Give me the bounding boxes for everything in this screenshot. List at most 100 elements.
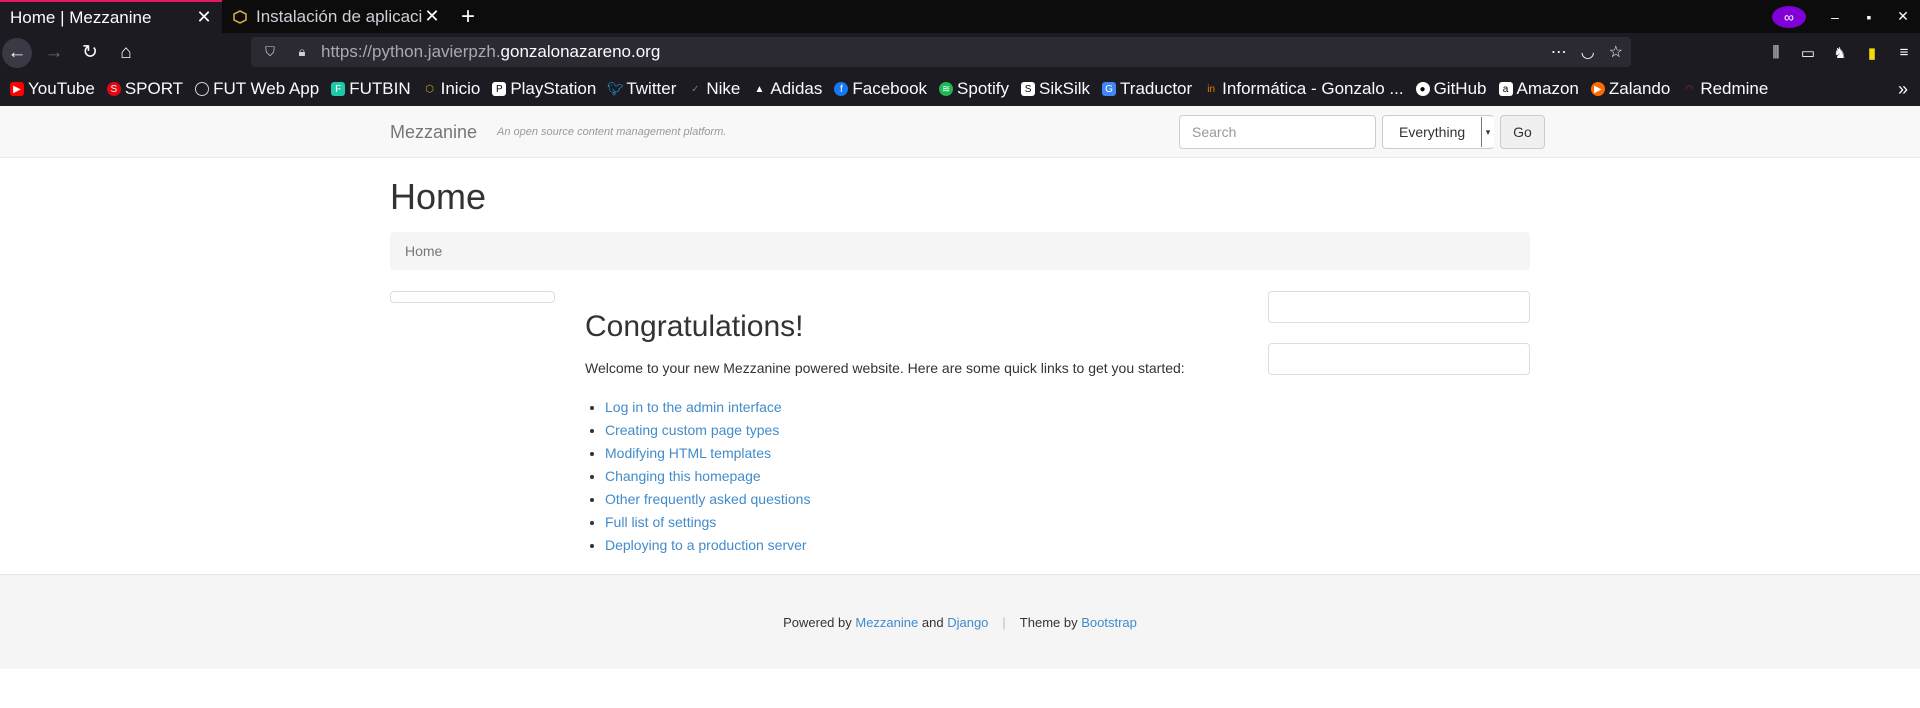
left-sidebar-panel [390,291,555,303]
forward-arrow-icon[interactable]: → [36,37,72,69]
list-item: Deploying to a production server [605,534,1225,557]
page-title: Home [390,176,487,217]
lock-icon[interactable]: 🔒︎ [291,44,313,60]
bookmark-twitter[interactable]: 🐦︎ Twitter [607,79,676,99]
twitter-icon: 🐦︎ [607,81,624,96]
bookmark-facebook[interactable]: f Facebook [834,79,927,99]
list-item: Modifying HTML templates [605,442,1225,465]
window-close-icon[interactable]: ✕ [1886,8,1920,25]
window-controls: ∞ – ▪ ✕ [1772,0,1920,33]
sidebar-icon[interactable]: ▭ [1792,44,1824,62]
bookmark-informatica[interactable]: in Informática - Gonzalo ... [1204,79,1403,99]
bookmark-futbin[interactable]: F FUTBIN [331,79,411,99]
footer-powered-by: Powered by [783,614,852,630]
translate-icon: G [1102,82,1117,96]
site-tagline: An open source content management platfo… [497,126,727,138]
tracking-shield-icon[interactable]: ⛉ [259,44,281,60]
search-input[interactable] [1179,115,1376,149]
private-browsing-icon: ∞ [1772,5,1806,28]
bookmark-youtube[interactable]: ▶ YouTube [10,79,95,99]
footer-link-django[interactable]: Django [947,615,988,630]
bookmark-zalando[interactable]: ▶ Zalando [1590,79,1670,99]
list-item: Full list of settings [605,511,1225,534]
globe-icon [195,82,210,96]
redmine-icon: ◠ [1684,83,1694,95]
breadcrumb-item-home: Home [405,243,443,259]
adidas-icon: ▲ [754,83,765,95]
bookmark-star-icon[interactable]: ☆ [1609,42,1623,62]
extension-icon[interactable]: ♞ [1824,44,1856,62]
sport-icon: S [106,82,121,96]
chevron-double-right-icon[interactable]: » [1898,72,1908,106]
menu-icon[interactable]: ≡ [1888,44,1920,61]
list-item: Changing this homepage [605,465,1225,488]
facebook-icon: f [834,82,849,96]
link-faq[interactable]: Other frequently asked questions [605,491,810,507]
link-admin-login[interactable]: Log in to the admin interface [605,399,782,415]
zalando-icon: ▶ [1590,82,1605,96]
bookmark-nike[interactable]: ✓ Nike [688,79,740,99]
tab-title: Instalación de aplicaci [256,6,423,26]
url-text[interactable]: https://python.javierpzh.gonzalonazareno… [321,42,660,62]
bookmark-github[interactable]: ● GitHub [1415,79,1487,99]
url-bar[interactable]: ⛉ 🔒︎ https://python.javierpzh.gonzalonaz… [251,37,1631,67]
informatica-icon: in [1207,83,1216,95]
bookmark-traductor[interactable]: G Traductor [1102,79,1192,99]
chevron-down-icon[interactable]: ▾ [1481,117,1494,147]
bookmark-fut-web-app[interactable]: FUT Web App [195,79,319,99]
link-custom-page-types[interactable]: Creating custom page types [605,422,779,438]
tab-home-mezzanine[interactable]: Home | Mezzanine ✕ [0,0,222,33]
more-actions-icon[interactable]: ⋯ [1551,42,1567,62]
close-icon[interactable]: ✕ [196,7,212,28]
library-icon[interactable]: ⫼ [1760,44,1792,61]
search-scope-value: Everything [1399,124,1466,140]
futbin-icon: F [331,82,346,96]
close-icon[interactable]: ✕ [424,6,440,27]
footer-link-mezzanine[interactable]: Mezzanine [855,615,918,630]
cube-favicon-icon [232,9,248,25]
new-tab-button[interactable]: + [450,0,486,33]
site-brand[interactable]: Mezzanine [390,122,477,143]
minimize-icon[interactable]: – [1818,9,1852,25]
footer-link-bootstrap[interactable]: Bootstrap [1081,615,1137,630]
link-html-templates[interactable]: Modifying HTML templates [605,445,771,461]
youtube-icon: ▶ [10,82,24,96]
playstation-icon: P [492,82,507,96]
bookmark-adidas[interactable]: ▲ Adidas [752,79,822,99]
site-footer: Powered by Mezzanine and Django | Theme … [0,574,1920,669]
right-sidebar-panel [1268,291,1530,323]
quick-links-list: Log in to the admin interface Creating c… [585,396,1225,557]
pocket-icon[interactable]: ◡ [1581,42,1595,62]
search-scope-select[interactable]: Everything [1382,115,1494,149]
maximize-icon[interactable]: ▪ [1852,9,1886,25]
content-intro: Welcome to your new Mezzanine powered we… [585,360,1185,376]
bookmarks-bar: ▶ YouTube S SPORT FUT Web App F FUTBIN ⬡ Ini… [0,72,1920,106]
link-settings[interactable]: Full list of settings [605,514,716,530]
link-change-homepage[interactable]: Changing this homepage [605,468,761,484]
link-deploy[interactable]: Deploying to a production server [605,537,807,553]
extension-yellow-icon[interactable]: ▮ [1856,44,1888,62]
tab-instalacion[interactable]: Instalación de aplicaci ✕ [222,0,450,33]
breadcrumb: Home [390,232,1530,270]
bookmark-redmine[interactable]: ◠ Redmine [1682,79,1768,99]
amazon-icon: a [1498,82,1513,96]
back-arrow-icon[interactable]: ← [2,37,32,68]
footer-and: and [921,614,944,630]
home-cube-icon: ⬡ [425,83,434,95]
list-item: Other frequently asked questions [605,488,1225,511]
toolbar-right: ⫼ ▭ ♞ ▮ ≡ [1760,33,1920,72]
reload-icon[interactable]: ↻ [72,37,108,69]
bookmark-inicio[interactable]: ⬡ Inicio [423,79,480,99]
home-icon[interactable]: ⌂ [108,37,144,69]
url-actions: ⋯ ◡ ☆ [1551,37,1623,67]
bookmark-spotify[interactable]: ≋ Spotify [939,79,1009,99]
bookmark-amazon[interactable]: a Amazon [1498,79,1579,99]
browser-tab-bar: Home | Mezzanine ✕ Instalación de aplica… [0,0,1920,33]
go-button[interactable]: Go [1500,115,1545,149]
bookmark-playstation[interactable]: P PlayStation [492,79,596,99]
bookmark-siksilk[interactable]: S SikSilk [1021,79,1090,99]
footer-separator: | [1002,614,1006,630]
tab-title: Home | Mezzanine [10,7,152,27]
main-content: Congratulations! Welcome to your new Mez… [585,310,1225,557]
bookmark-sport[interactable]: S SPORT [106,79,183,99]
